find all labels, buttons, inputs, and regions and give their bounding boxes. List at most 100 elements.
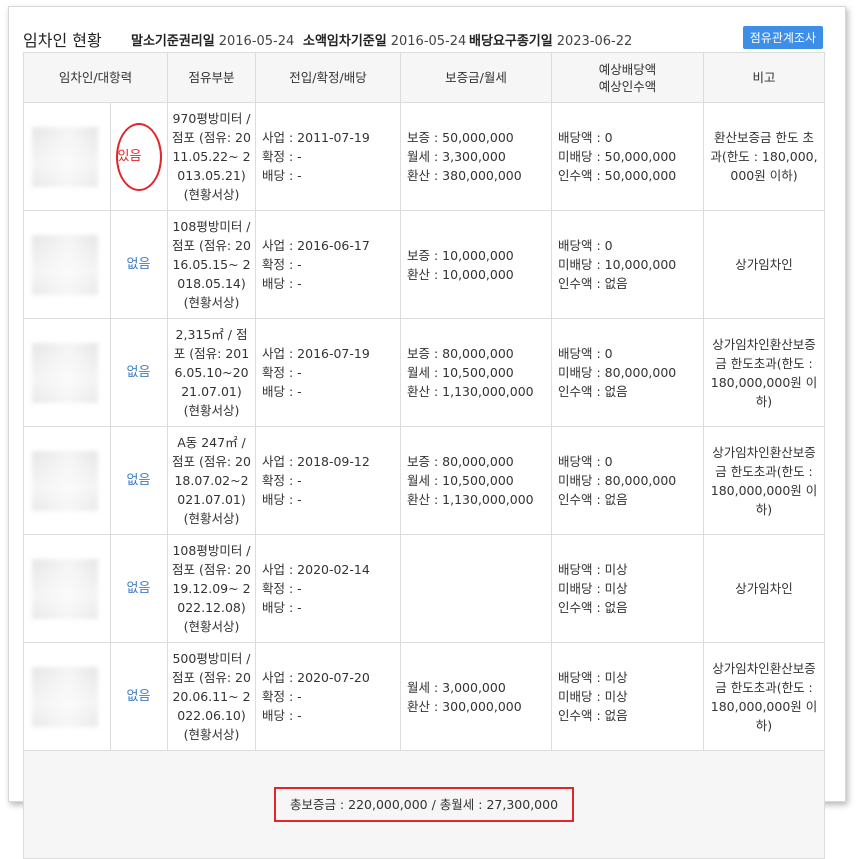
dividend-deadline-label: 배당요구종기일	[469, 34, 553, 49]
money-line: 환산 : 300,000,000	[407, 698, 522, 714]
status-highlight-circle: 있음	[115, 122, 162, 191]
date-line: 배당 : -	[262, 276, 302, 291]
panel-title: 임차인 현황	[23, 31, 102, 50]
opposability-status[interactable]: 없음	[110, 211, 167, 318]
money-line: 보증 : 50,000,000	[407, 130, 514, 145]
panel-header: 임차인 현황 말소기준권리일 2016-05-24 소액임차기준일 2016-05-…	[23, 21, 831, 53]
expected-cell: 배당액 : 0 미배당 : 80,000,000 인수액 : 없음	[551, 318, 704, 427]
dividend-line: 배당액 : 미상	[558, 670, 628, 685]
occupancy-cell: 2,315㎡ / 점포 (점유: 2016.05.10~2021.07.01) …	[167, 318, 256, 427]
dates-cell: 사업 : 2016-06-17 확정 : - 배당 : -	[255, 210, 401, 319]
deposit-rent-cell: 보증 : 10,000,000 환산 : 10,000,000	[400, 210, 552, 319]
tenant-cell: 있음	[23, 102, 168, 211]
table-row: 없음 108평방미터 / 점포 (점유: 2016.05.15~ 2018.05.…	[23, 210, 825, 319]
table-row: 없음 2,315㎡ / 점포 (점유: 2016.05.10~2021.07.01…	[23, 318, 825, 427]
dividend-line: 미배당 : 80,000,000	[558, 473, 677, 488]
date-line: 확정 : -	[262, 257, 302, 272]
col-deposit-rent: 보증금/월세	[400, 52, 552, 103]
opposability-status[interactable]: 있음	[110, 103, 167, 210]
small-lease-date: 소액임차기준일 2016-05-24	[303, 30, 466, 49]
dates-cell: 사업 : 2020-02-14 확정 : - 배당 : -	[255, 534, 401, 643]
money-line: 환산 : 1,130,000,000	[407, 384, 534, 399]
col-expected-assumption: 예상인수액	[598, 78, 657, 94]
dividend-line: 배당액 : 0	[558, 454, 613, 469]
small-lease-date-label: 소액임차기준일	[303, 34, 387, 49]
base-right-date: 말소기준권리일 2016-05-24	[131, 30, 294, 49]
col-dates: 전입/확정/배당	[255, 52, 401, 103]
money-line: 보증 : 10,000,000	[407, 247, 514, 263]
date-line: 사업 : 2020-07-20	[262, 670, 370, 685]
dividend-deadline-value: 2023-06-22	[556, 34, 633, 49]
money-line: 보증 : 80,000,000	[407, 454, 514, 469]
money-line: 월세 : 3,300,000	[407, 149, 506, 164]
money-line: 환산 : 10,000,000	[407, 266, 514, 282]
table-row: 있음 970평방미터 / 점포 (점유: 2011.05.22~ 2013.05.…	[23, 102, 825, 211]
occupancy-cell: 108평방미터 / 점포 (점유: 2016.05.15~ 2018.05.14…	[167, 210, 256, 319]
tenant-name-redacted	[32, 342, 98, 403]
remark-cell: 상가임차인환산보증금 한도초과(한도 : 180,000,000원 이하)	[703, 318, 825, 427]
expected-cell: 배당액 : 0 미배당 : 50,000,000 인수액 : 50,000,000	[551, 102, 704, 211]
date-line: 사업 : 2018-09-12	[262, 454, 370, 469]
occupancy-survey-button[interactable]: 점유관계조사	[742, 26, 823, 49]
remark-cell: 상가임차인	[703, 534, 825, 643]
tenant-name-redacted	[32, 450, 98, 511]
dividend-line: 미배당 : 미상	[558, 689, 628, 704]
remark-cell: 상가임차인환산보증금 한도초과(한도 : 180,000,000원 이하)	[703, 642, 825, 751]
tenant-name-redacted	[32, 234, 98, 295]
base-right-date-label: 말소기준권리일	[131, 34, 215, 49]
total-summary: 총보증금 : 220,000,000 / 총월세 : 27,300,000	[273, 787, 575, 822]
dividend-line: 인수액 : 없음	[558, 276, 628, 291]
money-line: 월세 : 10,500,000	[407, 365, 514, 380]
money-line: 환산 : 1,130,000,000	[407, 492, 534, 507]
expected-cell: 배당액 : 미상 미배당 : 미상 인수액 : 없음	[551, 642, 704, 751]
tenant-cell: 없음	[23, 534, 168, 643]
table-row: 없음 A동 247㎡ / 점포 (점유: 2018.07.02~2021.07.0…	[23, 426, 825, 535]
expected-cell: 배당액 : 미상 미배당 : 미상 인수액 : 없음	[551, 534, 704, 643]
tenant-cell: 없음	[23, 426, 168, 535]
remark-cell: 환산보증금 한도 초과(한도 : 180,000,000원 이하)	[703, 102, 825, 211]
deposit-rent-cell: 보증 : 80,000,000 월세 : 10,500,000 환산 : 1,130…	[400, 318, 552, 427]
dividend-deadline: 배당요구종기일 2023-06-22	[469, 30, 632, 49]
summary-cell: 총보증금 : 220,000,000 / 총월세 : 27,300,000	[23, 750, 825, 859]
dividend-line: 미배당 : 50,000,000	[558, 149, 677, 164]
date-line: 확정 : -	[262, 689, 302, 704]
dividend-line: 배당액 : 0	[558, 238, 613, 253]
col-expected: 예상배당액 예상인수액	[551, 52, 704, 103]
opposability-status[interactable]: 없음	[110, 643, 167, 750]
expected-cell: 배당액 : 0 미배당 : 10,000,000 인수액 : 없음	[551, 210, 704, 319]
date-line: 사업 : 2011-07-19	[262, 130, 370, 145]
base-right-date-value: 2016-05-24	[218, 34, 295, 49]
dates-cell: 사업 : 2018-09-12 확정 : - 배당 : -	[255, 426, 401, 535]
date-line: 확정 : -	[262, 581, 302, 596]
remark-cell: 상가임차인환산보증금 한도초과(한도 : 180,000,000원 이하)	[703, 426, 825, 535]
col-remark: 비고	[703, 52, 825, 103]
tenant-rows: 있음 970평방미터 / 점포 (점유: 2011.05.22~ 2013.05.…	[23, 102, 825, 859]
dates-cell: 사업 : 2016-07-19 확정 : - 배당 : -	[255, 318, 401, 427]
deposit-rent-cell: 보증 : 50,000,000 월세 : 3,300,000 환산 : 380,00…	[400, 102, 552, 211]
date-line: 사업 : 2020-02-14	[262, 562, 370, 577]
money-line: 환산 : 380,000,000	[407, 168, 522, 183]
date-line: 배당 : -	[262, 492, 302, 507]
opposability-status[interactable]: 없음	[110, 319, 167, 426]
dividend-line: 인수액 : 없음	[558, 492, 628, 507]
opposability-status[interactable]: 없음	[110, 535, 167, 642]
tenant-status-panel: 임차인 현황 말소기준권리일 2016-05-24 소액임차기준일 2016-05-…	[8, 6, 846, 859]
dates-cell: 사업 : 2020-07-20 확정 : - 배당 : -	[255, 642, 401, 751]
tenant-table: 임차인/대항력 점유부분 전입/확정/배당 보증금/월세 예상배당액 예상인수액…	[23, 52, 825, 859]
money-line: 월세 : 3,000,000	[407, 679, 506, 695]
occupancy-cell: A동 247㎡ / 점포 (점유: 2018.07.02~2021.07.01)…	[167, 426, 256, 535]
date-line: 확정 : -	[262, 365, 302, 380]
col-occupancy: 점유부분	[167, 52, 256, 103]
opposability-status[interactable]: 없음	[110, 427, 167, 534]
deposit-rent-cell: 월세 : 3,000,000 환산 : 300,000,000	[400, 642, 552, 751]
tenant-cell: 없음	[23, 642, 168, 751]
date-line: 배당 : -	[262, 168, 302, 183]
tenant-name-redacted	[32, 558, 98, 619]
table-header-row: 임차인/대항력 점유부분 전입/확정/배당 보증금/월세 예상배당액 예상인수액…	[23, 52, 825, 103]
occupancy-cell: 970평방미터 / 점포 (점유: 2011.05.22~ 2013.05.21…	[167, 102, 256, 211]
date-line: 배당 : -	[262, 600, 302, 615]
occupancy-cell: 108평방미터 / 점포 (점유: 2019.12.09~ 2022.12.08…	[167, 534, 256, 643]
date-line: 사업 : 2016-06-17	[262, 238, 370, 253]
dates-cell: 사업 : 2011-07-19 확정 : - 배당 : -	[255, 102, 401, 211]
summary-row: 총보증금 : 220,000,000 / 총월세 : 27,300,000	[23, 750, 825, 859]
